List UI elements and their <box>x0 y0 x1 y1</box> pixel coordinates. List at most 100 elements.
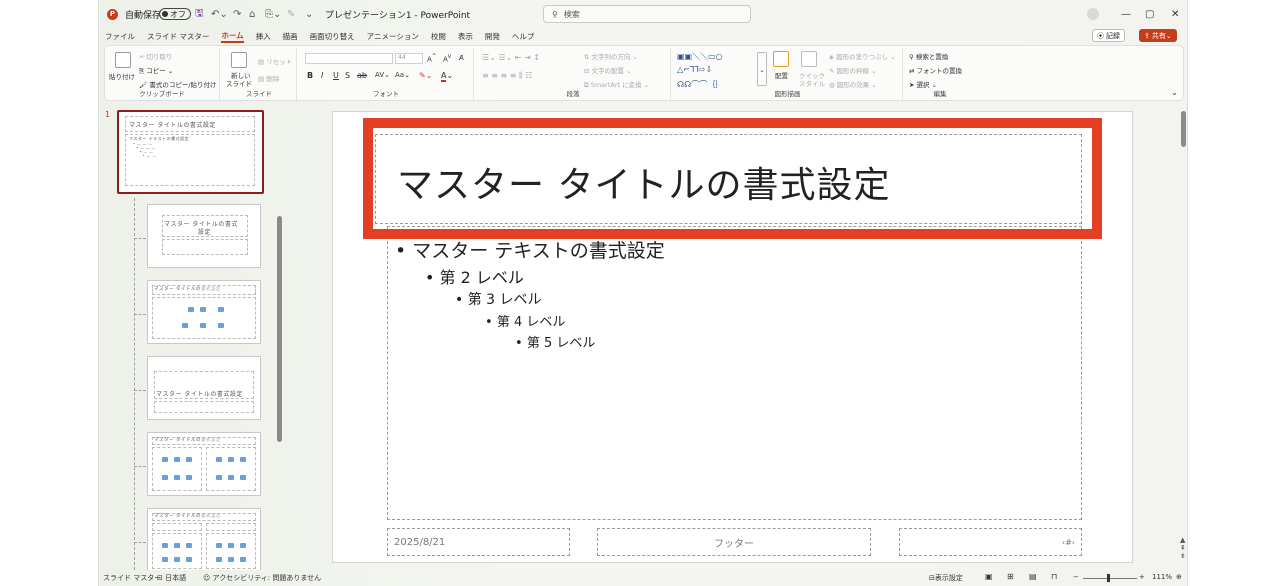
zoom-level[interactable]: 111% <box>1152 573 1172 581</box>
shapes-gallery-row2[interactable]: △⌐⅂⅂⇨⇩ <box>677 65 712 74</box>
delete-button[interactable]: ▤ 削除 <box>258 73 279 83</box>
tab-0[interactable]: ファイル <box>105 31 135 42</box>
thumb-layout5-title: マスター タイトルの書式設定 <box>154 438 221 443</box>
copy-button[interactable]: ⎘ コピー ⌄ <box>139 65 173 76</box>
format-icon[interactable]: ✎ <box>287 9 295 20</box>
slide-scrollbar[interactable] <box>1181 111 1186 147</box>
strikethrough-icon[interactable]: ab <box>357 71 367 80</box>
redo-icon[interactable]: ↷ <box>233 9 241 20</box>
tab-1[interactable]: スライド マスター <box>147 31 209 42</box>
bullet-level-1[interactable]: • マスター テキストの書式設定 <box>395 236 665 263</box>
paste-icon[interactable] <box>115 52 131 68</box>
new-slide-label-2[interactable]: スライド <box>226 78 252 88</box>
shadow-icon[interactable]: S <box>345 71 350 80</box>
grow-font-icon[interactable]: A^ <box>427 54 437 63</box>
highlight-icon[interactable]: ✎⌄ <box>419 71 432 80</box>
present-icon[interactable]: ⌂ <box>249 9 255 20</box>
clear-format-icon[interactable]: A̸ <box>459 54 464 62</box>
shape-outline-button[interactable]: ✎ 図形の枠線 ⌄ <box>829 65 877 75</box>
replace-font-button[interactable]: ⇄ フォントの置換 <box>909 65 962 75</box>
record-button[interactable]: ⦿ 記録 <box>1092 29 1125 42</box>
zoom-slider-thumb[interactable] <box>1107 574 1110 582</box>
fit-slide-icon[interactable]: ⊕ <box>1176 573 1182 581</box>
change-case-icon[interactable]: Aa⌄ <box>395 71 410 79</box>
align-text-button[interactable]: ⊟ 文字の配置 ⌄ <box>584 65 632 75</box>
bullet-level-3[interactable]: • 第 3 レベル <box>455 289 542 309</box>
thumbnail-scrollbar[interactable] <box>277 216 282 442</box>
cut-button[interactable]: ✂ 切り取り <box>139 51 173 61</box>
slide-canvas[interactable]: マスター タイトルの書式設定 • マスター テキストの書式設定 • 第 2 レベ… <box>332 111 1133 563</box>
bullet-level-5[interactable]: • 第 5 レベル <box>515 332 595 351</box>
quick-access-icon[interactable]: ⎘⌄ <box>265 9 281 20</box>
thumbnail-layout-comparison[interactable]: マスター タイトルの書式設定 <box>147 508 261 570</box>
account-icon[interactable] <box>1087 8 1099 20</box>
reset-button[interactable]: ▤ リセット <box>258 56 292 66</box>
page-nav-icons[interactable]: ▲ ⇞ ⇟ <box>1180 536 1186 560</box>
maximize-icon[interactable]: ▢ <box>1145 9 1154 20</box>
thumb-layout4-title: マスター タイトルの書式設定 <box>156 391 243 398</box>
tab-5[interactable]: 画面切り替え <box>310 31 355 42</box>
drawing-group-label: 図形描画 <box>774 90 801 98</box>
normal-view-icon[interactable]: ▣ <box>985 572 993 581</box>
thumbnail-master[interactable]: マスター タイトルの書式設定 マスター テキストの書式設定 • — — — • … <box>117 110 264 194</box>
tab-3[interactable]: 挿入 <box>256 31 271 42</box>
slide-sorter-icon[interactable]: ⊞ <box>1007 572 1014 581</box>
shrink-font-icon[interactable]: Av <box>443 54 451 63</box>
reading-view-icon[interactable]: ▤ <box>1029 572 1037 581</box>
quick-styles-label-2[interactable]: スタイル <box>799 78 825 88</box>
undo-icon[interactable]: ↶⌄ <box>211 9 228 20</box>
tab-7[interactable]: 校閲 <box>431 31 446 42</box>
customize-qat-icon[interactable]: ⌄ <box>305 9 313 20</box>
char-spacing-icon[interactable]: AV⌄ <box>375 71 390 79</box>
underline-icon[interactable]: U <box>333 71 339 80</box>
thumbnail-layout-section[interactable]: マスター タイトルの書式設定 <box>147 356 261 420</box>
share-button[interactable]: ⇪ 共有 ⌄ <box>1139 29 1177 42</box>
bullet-level-4[interactable]: • 第 4 レベル <box>485 311 565 330</box>
bullets-icon[interactable]: ☰⌄ ☰⌄ ⇤ ⇥ ↕ <box>482 53 540 62</box>
close-icon[interactable]: ✕ <box>1171 9 1179 20</box>
collapse-ribbon-icon[interactable]: ⌄ <box>1171 88 1178 97</box>
record-icon: ⦿ <box>1097 31 1104 40</box>
minimize-icon[interactable]: — <box>1121 9 1131 20</box>
footer-placeholder[interactable]: フッター <box>597 528 871 556</box>
font-name-combo[interactable] <box>305 53 393 64</box>
italic-icon[interactable]: I <box>321 71 323 80</box>
shapes-more-icon[interactable]: ⌄ <box>757 52 767 86</box>
slideshow-icon[interactable]: ⊓ <box>1051 572 1057 581</box>
shape-fill-button[interactable]: ◈ 図形の塗りつぶし ⌄ <box>829 51 896 61</box>
status-bar: スライド マスター ⊡ 日本語 ☺ アクセシビリティ: 問題ありません ⊟表示設… <box>99 571 1187 586</box>
align-icons[interactable]: ≡ ≡ ≡ ≡ ⫼ ☷ <box>482 71 532 81</box>
shapes-gallery-row1[interactable]: ▣▣＼＼▭○ <box>677 51 723 62</box>
thumbnail-layout-two-content[interactable]: マスター タイトルの書式設定 <box>147 432 261 496</box>
font-color-icon[interactable]: A⌄ <box>441 71 453 82</box>
thumbnail-layout-title[interactable]: マスター タイトルの書式 設定 <box>147 204 261 268</box>
search-box[interactable]: ⚲ 検索 <box>543 5 751 23</box>
thumbnail-layout-content[interactable]: マスター タイトルの書式設定 <box>147 280 261 344</box>
zoom-in-icon[interactable]: + <box>1139 573 1145 581</box>
tab-2[interactable]: ホーム <box>221 30 244 43</box>
paste-button[interactable]: 貼り付け <box>109 71 135 81</box>
date-placeholder[interactable]: 2025/8/21 <box>387 528 570 556</box>
zoom-slider[interactable] <box>1083 578 1137 579</box>
text-direction-button[interactable]: ⇅ 文字列の方向 ⌄ <box>584 51 638 61</box>
tab-8[interactable]: 表示 <box>458 31 473 42</box>
bold-icon[interactable]: B <box>307 71 313 80</box>
status-language[interactable]: ⊡ 日本語 <box>157 573 186 583</box>
autosave-toggle[interactable]: オフ <box>159 8 191 20</box>
display-settings-button[interactable]: ⊟表示設定 <box>929 573 963 583</box>
save-icon[interactable]: 🖫 <box>195 6 204 23</box>
find-replace-button[interactable]: ⚲ 検索と置換 <box>909 51 948 61</box>
tab-10[interactable]: ヘルプ <box>512 31 535 42</box>
tab-6[interactable]: アニメーション <box>367 31 419 42</box>
bullet-level-2[interactable]: • 第 2 レベル <box>425 264 524 288</box>
tab-4[interactable]: 描画 <box>283 31 298 42</box>
tab-9[interactable]: 開発 <box>485 31 500 42</box>
zoom-out-icon[interactable]: − <box>1073 573 1079 581</box>
status-accessibility[interactable]: ☺ アクセシビリティ: 問題ありません <box>203 573 321 583</box>
page-number-placeholder[interactable]: ‹#› <box>899 528 1082 556</box>
new-slide-icon[interactable] <box>231 52 247 68</box>
arrange-button[interactable]: 配置 <box>775 70 788 80</box>
font-size-combo[interactable]: 44 <box>395 53 423 64</box>
quick-styles-icon[interactable] <box>801 51 817 67</box>
arrange-icon[interactable] <box>773 51 789 67</box>
